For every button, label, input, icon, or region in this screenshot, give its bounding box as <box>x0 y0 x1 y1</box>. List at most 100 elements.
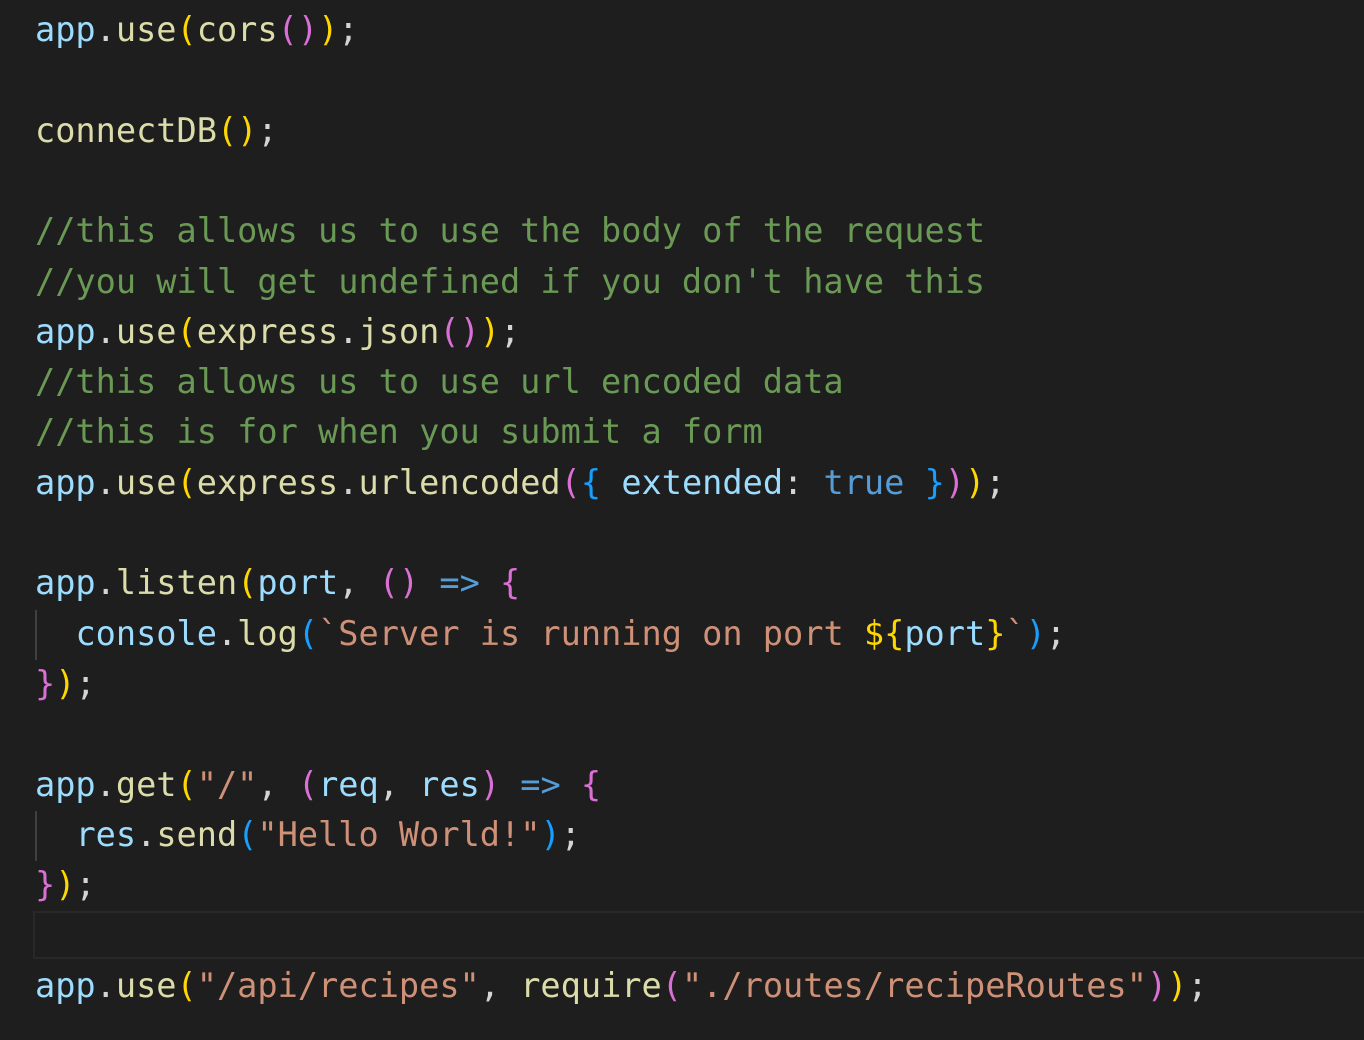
code-bracket: { <box>580 462 602 502</box>
code-bracket: ( <box>176 311 197 351</box>
code-bracket: } <box>35 865 56 905</box>
code-bracket: ( <box>216 110 238 150</box>
code-punctuation: . <box>95 10 116 49</box>
code-punctuation: , <box>378 764 420 804</box>
code-variable: req <box>318 764 379 804</box>
code-comment: //you will get undefined if you don't ha… <box>35 261 986 301</box>
code-bracket: ) <box>237 110 258 150</box>
code-bracket: { <box>500 563 521 603</box>
code-keyword: => <box>520 764 561 804</box>
code-punctuation <box>561 765 581 804</box>
code-bracket: ( <box>378 563 399 603</box>
code-punctuation <box>419 563 439 602</box>
code-punctuation: ; <box>338 10 359 49</box>
code-bracket: ) <box>479 311 501 351</box>
code-variable: console <box>75 613 217 653</box>
code-bracket: ( <box>560 462 581 502</box>
code-punctuation <box>35 614 75 653</box>
code-punctuation: , <box>257 764 298 804</box>
code-bracket: ) <box>398 563 420 603</box>
code-bracket: ) <box>540 814 561 854</box>
code-string: "/api/recipes" <box>196 965 480 1005</box>
code-punctuation: . <box>95 563 116 603</box>
code-bracket: } <box>35 663 56 703</box>
code-function: connectDB <box>35 110 217 150</box>
code-line[interactable]: //this allows us to use the body of the … <box>35 206 985 256</box>
code-bracket: ( <box>176 764 197 804</box>
code-bracket: ) <box>55 663 76 703</box>
code-bracket: ) <box>55 865 76 905</box>
code-comment: //this allows us to use url encoded data <box>35 362 844 402</box>
code-punctuation: . <box>95 965 116 1005</box>
code-function: listen <box>115 563 238 603</box>
code-function: use <box>115 462 177 502</box>
code-line[interactable]: //you will get undefined if you don't ha… <box>35 257 985 307</box>
code-punctuation: . <box>338 462 359 502</box>
code-line[interactable]: }); <box>35 860 96 910</box>
code-function: urlencoded <box>358 462 561 502</box>
code-punctuation <box>500 765 520 804</box>
code-variable: res <box>75 814 137 854</box>
code-string: `Server is running on port <box>318 613 864 653</box>
code-string: "Hello World!" <box>257 814 541 854</box>
code-bracket: ( <box>237 814 258 854</box>
code-punctuation: ; <box>1045 613 1067 653</box>
code-bracket: ) <box>459 311 480 351</box>
code-line[interactable]: connectDB(); <box>35 106 278 156</box>
code-line[interactable]: app.get("/", (req, res) => { <box>35 760 601 810</box>
code-punctuation <box>35 815 75 854</box>
code-variable: port <box>904 613 986 653</box>
code-bracket: ( <box>297 764 319 804</box>
code-variable: res <box>419 764 480 804</box>
code-bracket: ( <box>237 563 258 603</box>
code-bracket: ) <box>965 462 986 502</box>
code-bracket: ) <box>1025 613 1046 653</box>
code-punctuation: , <box>479 965 521 1005</box>
code-variable: app <box>35 311 96 351</box>
code-variable: app <box>35 563 96 603</box>
code-function: require <box>520 965 662 1005</box>
code-line[interactable]: app.use(express.json()); <box>35 307 520 357</box>
code-line[interactable]: res.send("Hello World!"); <box>35 810 581 860</box>
code-punctuation: . <box>95 311 116 351</box>
code-editor[interactable]: app.use(cors()); connectDB();//this allow… <box>0 0 1364 1040</box>
code-line[interactable]: app.use("/api/recipes", require("./route… <box>35 961 1208 1011</box>
code-punctuation: ; <box>500 311 521 351</box>
code-line[interactable]: //this allows us to use url encoded data <box>35 357 844 407</box>
code-keyword: true <box>823 462 905 502</box>
code-bracket: ( <box>176 462 197 502</box>
code-line[interactable]: app.listen(port, () => { <box>35 558 520 608</box>
code-bracket: } <box>924 462 945 502</box>
code-bracket: ( <box>176 10 197 49</box>
code-function: get <box>115 764 177 804</box>
code-punctuation: ; <box>75 865 96 905</box>
code-punctuation: . <box>136 814 157 854</box>
code-punctuation: ; <box>985 462 1006 502</box>
code-function: cors <box>196 10 278 49</box>
code-variable: app <box>35 965 96 1005</box>
code-line[interactable]: }); <box>35 659 96 709</box>
code-variable: app <box>35 764 96 804</box>
code-bracket: ( <box>176 965 197 1005</box>
code-comment: //this allows us to use the body of the … <box>35 211 986 251</box>
code-function: express <box>196 311 339 351</box>
code-line[interactable]: //this is for when you submit a form <box>35 407 763 457</box>
code-punctuation: ; <box>75 663 96 703</box>
code-variable: port <box>257 563 339 603</box>
code-punctuation <box>904 463 924 502</box>
code-function: use <box>115 965 177 1005</box>
code-bracket: ) <box>944 462 966 502</box>
code-punctuation: . <box>216 613 238 653</box>
code-line[interactable]: app.use(express.urlencoded({ extended: t… <box>35 458 1005 508</box>
code-punctuation: ; <box>1187 965 1208 1005</box>
code-bracket: ) <box>318 10 339 49</box>
code-bracket: { <box>580 764 602 804</box>
code-line[interactable]: app.use(cors()); <box>35 5 359 55</box>
code-comment: //this is for when you submit a form <box>35 412 763 452</box>
code-string: "./routes/recipeRoutes" <box>681 965 1147 1005</box>
code-bracket: ) <box>297 10 319 49</box>
code-keyword: => <box>439 563 480 603</box>
code-bracket: ) <box>479 764 501 804</box>
code-line[interactable]: console.log(`Server is running on port $… <box>35 609 1066 659</box>
code-punctuation: ; <box>560 814 581 854</box>
